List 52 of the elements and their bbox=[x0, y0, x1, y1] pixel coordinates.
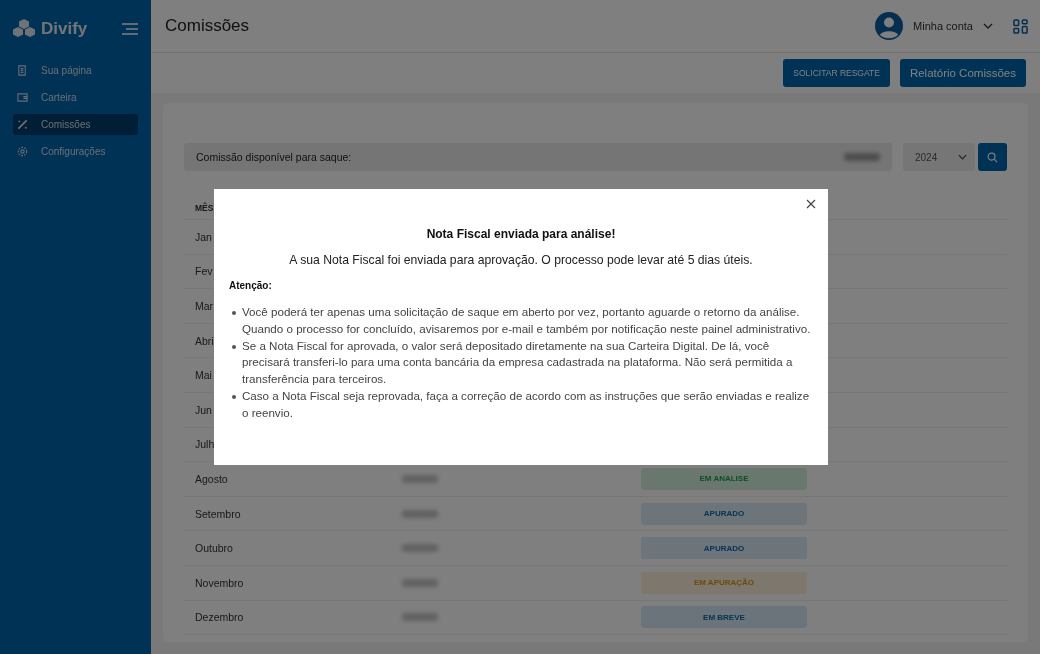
column-header: MÊS bbox=[195, 203, 214, 213]
year-select[interactable]: 2024 bbox=[903, 143, 975, 171]
attention-heading: Atenção: bbox=[229, 280, 273, 291]
month-cell: Fev bbox=[195, 265, 213, 278]
report-button[interactable]: Relatório Comissões bbox=[899, 59, 1026, 87]
month-cell: Agosto bbox=[195, 472, 228, 485]
month-cell: Mar bbox=[195, 300, 214, 312]
search-icon bbox=[987, 151, 998, 163]
sidebar-item[interactable]: Comissões bbox=[13, 114, 138, 135]
modal-message: A sua Nota Fiscal foi enviada para aprovação. O processo pode levar até 5 dias úteis. bbox=[288, 253, 754, 267]
bullet-icon bbox=[232, 344, 236, 349]
bullet-icon bbox=[232, 311, 236, 315]
sidebar-item[interactable]: Sua página bbox=[13, 60, 138, 81]
status-label: EM BREVE bbox=[641, 606, 807, 629]
modal-title: Nota Fiscal enviada para análise! bbox=[425, 227, 617, 241]
sidebar-item[interactable]: Configurações bbox=[13, 141, 138, 162]
bullet-text: Caso a Nota Fiscal seja reprovada, faça a correção de acordo com as instruções que serão enviadas e realize o reenvio. bbox=[242, 388, 811, 421]
month-cell: Outubro bbox=[195, 542, 233, 555]
status-label: EM ANALISE bbox=[641, 467, 807, 490]
bullet-text: Se a Nota Fiscal for aprovada, o valor será depositado diretamente na sua Carteira Digital. De lá, você precisará transferi-lo para uma conta bancária da empresa cadastrada na plataforma. Não será permitida a transferência para terceiros. bbox=[242, 337, 794, 388]
month-cell: Novembro bbox=[195, 576, 244, 589]
request-button[interactable]: SOLICITAR RESGATE bbox=[783, 59, 890, 87]
bullet-text: Você poderá ter apenas uma solicitação de saque em aberto por vez, portanto aguarde o retorno da análise. Quando o processo for concluído, avisaremos por e-mail e também por notificação neste painel administrativo. bbox=[242, 304, 812, 337]
available-label: Comissão disponível para saque: bbox=[196, 151, 352, 163]
status-label: APURADO bbox=[641, 537, 807, 560]
percent-icon bbox=[17, 119, 28, 130]
month-cell: Mai bbox=[195, 369, 212, 382]
apps-grid-icon[interactable] bbox=[1013, 18, 1028, 34]
page-title: Comissões bbox=[165, 16, 251, 36]
wallet-icon bbox=[17, 92, 28, 103]
month-cell: Setembro bbox=[195, 507, 241, 520]
status-label: APURADO bbox=[641, 502, 807, 525]
chevron-down-icon bbox=[958, 154, 967, 160]
bullet-icon bbox=[232, 395, 236, 399]
cubes-logo-icon bbox=[13, 18, 35, 40]
settings-icon bbox=[17, 146, 28, 157]
menu-icon[interactable] bbox=[122, 23, 138, 35]
status-label: EM APURAÇÃO bbox=[641, 571, 807, 594]
brand-name: Divify bbox=[41, 19, 89, 39]
month-cell: Jan bbox=[195, 230, 212, 243]
chevron-down-icon[interactable] bbox=[983, 23, 993, 29]
month-cell: Dezembro bbox=[195, 611, 244, 624]
month-cell: Jun bbox=[195, 403, 212, 416]
sidebar-item[interactable]: Carteira bbox=[13, 87, 138, 108]
close-icon[interactable] bbox=[806, 199, 816, 209]
month-cell: Julh bbox=[195, 438, 215, 451]
document-icon bbox=[17, 65, 28, 76]
search-button[interactable] bbox=[978, 143, 1007, 171]
account-menu[interactable]: Minha conta bbox=[913, 20, 973, 32]
month-cell: Abri bbox=[195, 334, 214, 347]
avatar-icon[interactable] bbox=[875, 12, 904, 40]
blurred-amount bbox=[844, 153, 880, 161]
